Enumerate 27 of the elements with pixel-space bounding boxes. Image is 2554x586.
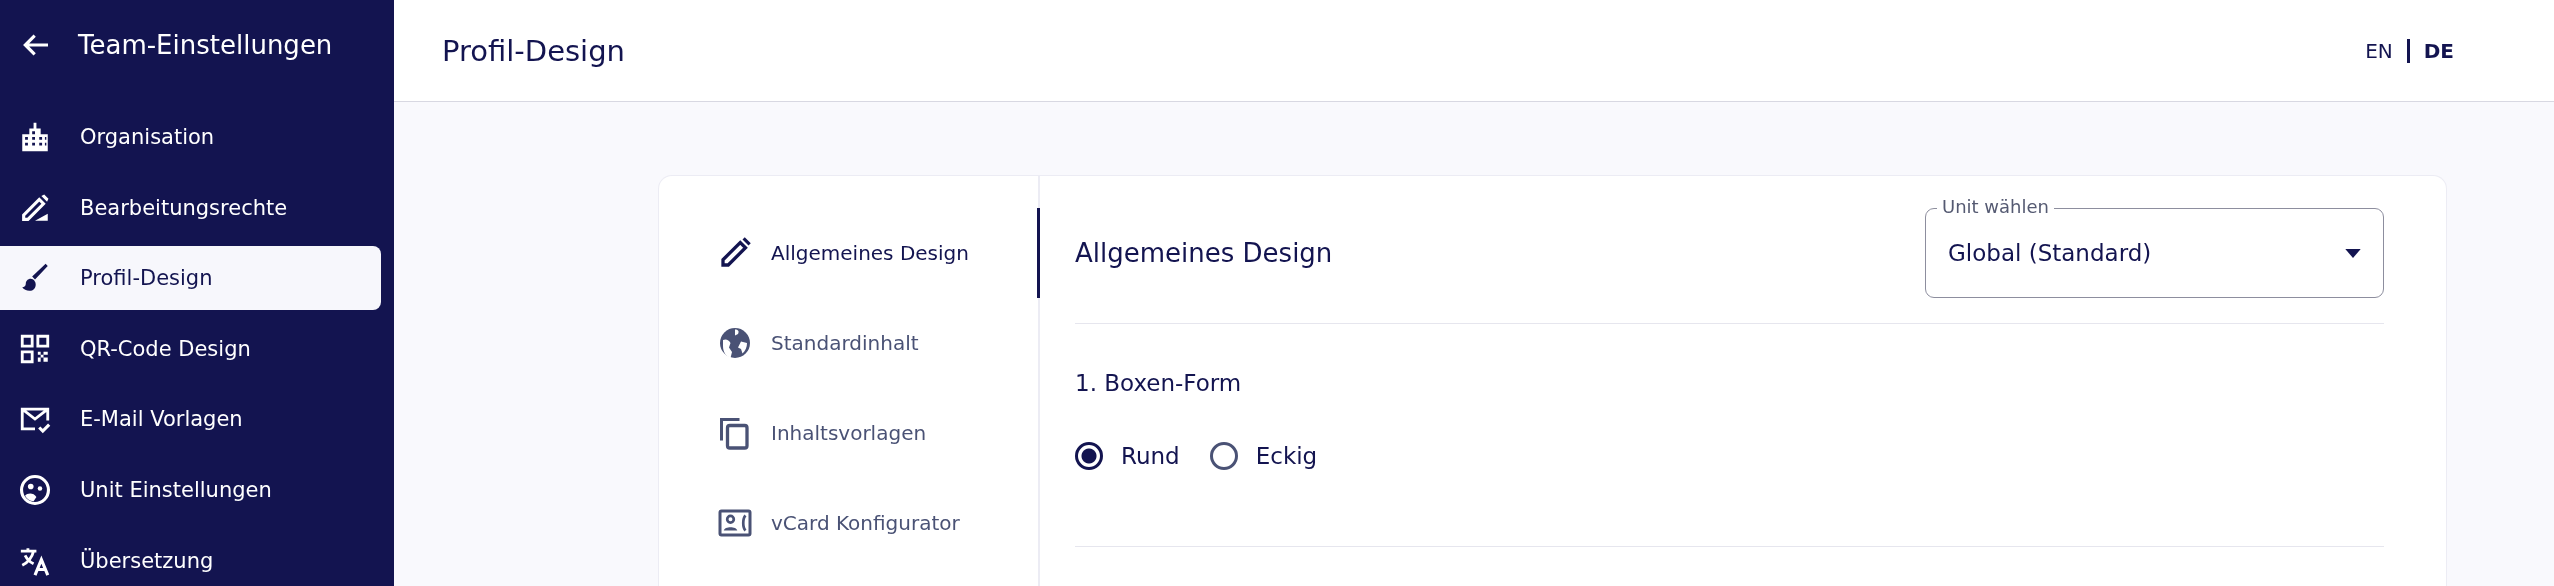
- dropdown-caret-icon: [2345, 248, 2361, 258]
- radio-button[interactable]: [1075, 442, 1103, 470]
- section-heading: Allgemeines Design: [1075, 238, 1333, 268]
- sidebar-item[interactable]: Profil-Design: [0, 246, 381, 311]
- design-tab[interactable]: Inhaltsvorlagen: [659, 388, 1040, 478]
- radio-label: Eckig: [1255, 443, 1318, 469]
- sidebar-item[interactable]: Übersetzung: [0, 528, 381, 586]
- sidebar-title: Team-Einstellungen: [78, 30, 333, 60]
- language-link[interactable]: EN: [2365, 38, 2393, 63]
- language-link[interactable]: DE: [2423, 38, 2454, 63]
- sidebar-item[interactable]: QR-Code Design: [0, 316, 381, 381]
- design-tab[interactable]: Standardinhalt: [659, 298, 1040, 388]
- sidebar-item[interactable]: E-Mail Vorlagen: [0, 387, 381, 452]
- select-value: Global (Standard): [1948, 240, 2153, 266]
- sidebar-item[interactable]: Organisation: [0, 105, 381, 169]
- sidebar-item[interactable]: Bearbeitungsrechte: [0, 175, 381, 240]
- radio-label: Rund: [1121, 443, 1180, 469]
- subsection-heading: 1. Boxen-Form: [1075, 370, 1243, 396]
- radio-option[interactable]: Eckig: [1209, 442, 1318, 470]
- face-circle-icon: [18, 472, 52, 507]
- sidebar-item[interactable]: Unit Einstellungen: [0, 457, 381, 522]
- design-tab[interactable]: vCard Konfigurator: [659, 478, 1040, 568]
- radio-option[interactable]: Rund: [1075, 442, 1180, 470]
- page-title: Profil-Design: [442, 33, 625, 68]
- globe-icon: [717, 325, 753, 361]
- radio-button[interactable]: [1209, 442, 1238, 470]
- design-tab[interactable]: Allgemeines Design: [659, 208, 1040, 298]
